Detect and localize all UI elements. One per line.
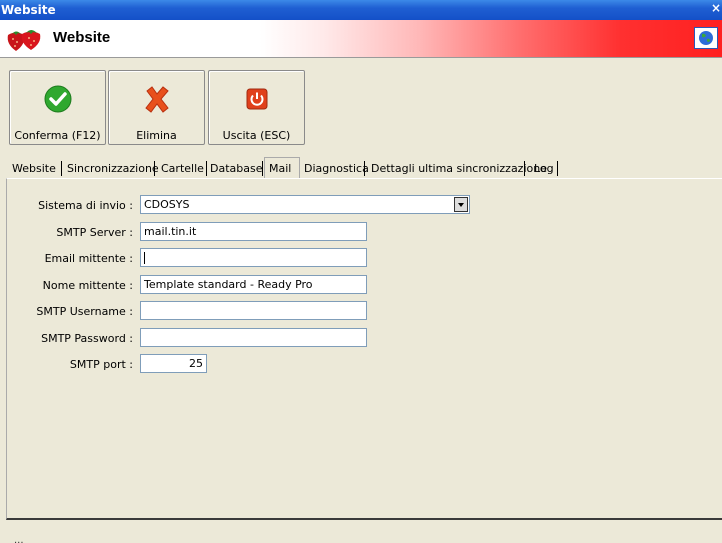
smtp-password-input[interactable] — [140, 328, 367, 347]
elimina-button[interactable]: Elimina — [108, 70, 205, 145]
smtp-password-label: SMTP Password : — [41, 332, 133, 345]
email-mittente-label: Email mittente : — [44, 252, 133, 265]
text-caret — [144, 252, 145, 264]
tab-label: Sincronizzazione — [67, 162, 159, 175]
nome-mittente-value: Template standard - Ready Pro — [144, 278, 313, 291]
chevron-down-icon[interactable] — [454, 197, 468, 212]
tab-label: Dettagli ultima sincronizzazione — [371, 162, 547, 175]
globe-icon[interactable] — [694, 27, 718, 49]
tab-label: Mail — [269, 162, 292, 175]
smtp-server-value: mail.tin.it — [144, 225, 197, 238]
x-icon — [142, 84, 172, 114]
smtp-username-label: SMTP Username : — [36, 305, 133, 318]
smtp-username-input[interactable] — [140, 301, 367, 320]
window-title: Website — [1, 3, 56, 17]
tab-sincronizzazione[interactable]: Sincronizzazione — [63, 159, 159, 178]
email-mittente-input[interactable] — [140, 248, 367, 267]
tab-mail[interactable]: Mail — [264, 157, 300, 178]
sistema-di-invio-select[interactable]: CDOSYS — [140, 195, 470, 214]
nome-mittente-input[interactable]: Template standard - Ready Pro — [140, 275, 367, 294]
smtp-server-input[interactable]: mail.tin.it — [140, 222, 367, 241]
window-titlebar: Website × — [0, 0, 722, 20]
uscita-button[interactable]: Uscita (ESC) — [208, 70, 305, 145]
check-icon — [43, 84, 73, 114]
sistema-di-invio-value: CDOSYS — [144, 198, 190, 211]
smtp-port-input[interactable]: 25 — [140, 354, 207, 373]
tab-database[interactable]: Database — [206, 159, 263, 178]
tab-log[interactable]: Log — [530, 159, 558, 178]
app-banner: Website — [0, 20, 722, 58]
status-text: ... — [14, 535, 24, 543]
tab-label: Log — [534, 162, 554, 175]
sistema-di-invio-label: Sistema di invio : — [38, 199, 133, 212]
nome-mittente-label: Nome mittente : — [42, 279, 133, 292]
smtp-server-label: SMTP Server : — [56, 226, 133, 239]
tab-diagnostica[interactable]: Diagnostica — [300, 159, 369, 178]
close-icon[interactable]: × — [711, 1, 721, 15]
uscita-label: Uscita (ESC) — [222, 129, 291, 142]
status-bar: ... — [0, 521, 722, 543]
tab-dettagli-ultima-sincronizzazione[interactable]: Dettagli ultima sincronizzazione — [367, 159, 547, 178]
elimina-label: Elimina — [136, 129, 177, 142]
tab-website[interactable]: Website — [8, 159, 62, 178]
power-icon — [242, 84, 272, 114]
smtp-port-label: SMTP port : — [69, 358, 133, 371]
tab-label: Diagnostica — [304, 162, 369, 175]
tab-label: Cartelle — [161, 162, 204, 175]
tab-label: Website — [12, 162, 56, 175]
app-name: Website — [53, 29, 111, 46]
strawberry-icon — [4, 26, 44, 52]
conferma-button[interactable]: Conferma (F12) — [9, 70, 106, 145]
tab-cartelle[interactable]: Cartelle — [157, 159, 207, 178]
conferma-label: Conferma (F12) — [14, 129, 101, 142]
tab-label: Database — [210, 162, 263, 175]
smtp-port-value: 25 — [189, 357, 203, 370]
